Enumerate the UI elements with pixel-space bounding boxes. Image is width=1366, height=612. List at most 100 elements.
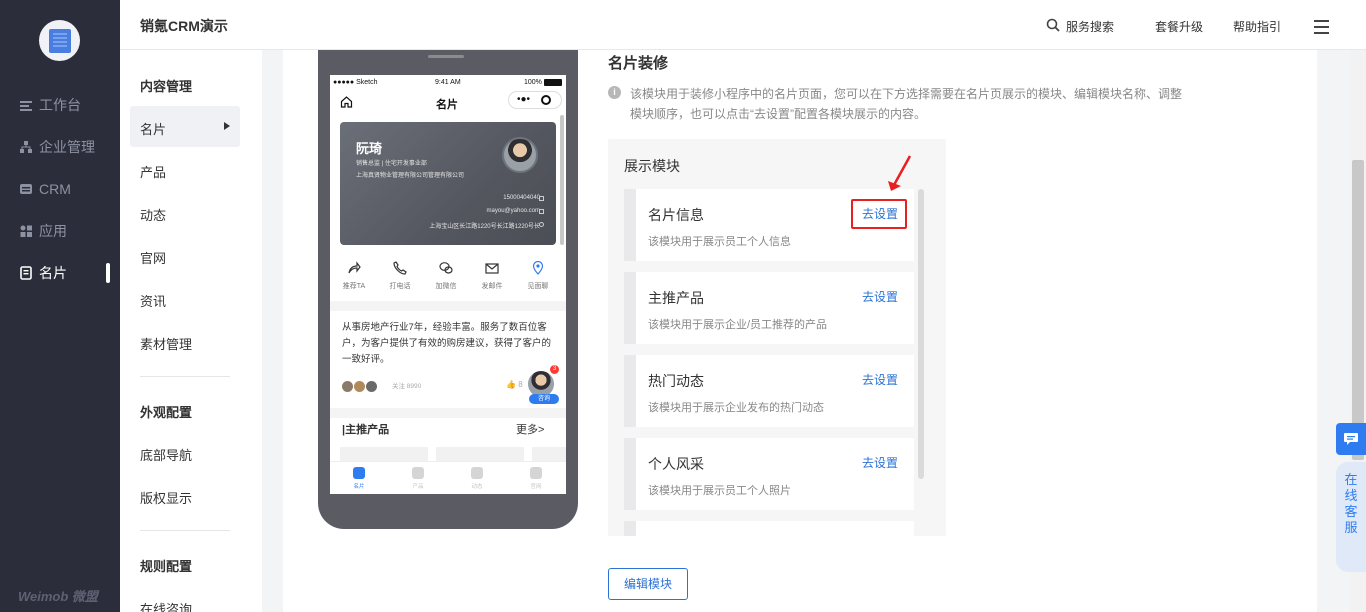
app-title: 销氪CRM演示 [140, 18, 228, 34]
card-icon [20, 266, 32, 280]
avatar [366, 381, 377, 393]
submenu-item-product[interactable]: 产品 [140, 162, 166, 181]
consult-button[interactable]: 咨询 [529, 394, 559, 404]
card-actions: 推荐TA 打电话 加微信 发邮件 见面聊 [330, 261, 566, 301]
edit-modules-button[interactable]: 编辑模块 [608, 568, 688, 600]
product-thumb[interactable] [340, 447, 428, 461]
chat-bubble-icon[interactable] [1336, 423, 1366, 455]
share-icon [348, 261, 361, 274]
submenu-item-bottom-nav[interactable]: 底部导航 [140, 445, 192, 464]
submenu-item-website[interactable]: 官网 [140, 248, 166, 267]
app-logo-icon[interactable] [39, 20, 80, 61]
submenu-item-material[interactable]: 素材管理 [140, 334, 192, 353]
nav-item-crm[interactable]: CRM [19, 179, 71, 199]
avatar [342, 381, 353, 393]
mini-tab-website[interactable]: 官网 [516, 467, 556, 490]
action-email[interactable]: 发邮件 [472, 261, 512, 291]
like-count: 8 [518, 380, 523, 389]
mini-tab-news[interactable]: 动态 [457, 467, 497, 490]
submenu-item-info[interactable]: 资讯 [140, 291, 166, 310]
separator [330, 408, 566, 418]
upgrade-link[interactable]: 套餐升级 [1155, 18, 1203, 35]
action-meet[interactable]: 见面聊 [518, 261, 558, 291]
more-icon: •●• [517, 94, 531, 105]
submenu-item-news[interactable]: 动态 [140, 205, 166, 224]
product-thumb[interactable] [532, 447, 566, 461]
section-description: 该模块用于装修小程序中的名片页面，您可以在下方选择需要在名片页展示的模块、编辑模… [630, 87, 1183, 121]
card-address: 上海宝山区长江路1220号长江路1220号长 [429, 224, 540, 230]
module-card-news[interactable]: 热门动态 该模块用于展示企业发布的热门动态 去设置 [624, 355, 914, 427]
module-desc: 该模块用于展示员工个人信息 [648, 236, 791, 248]
separator [330, 301, 566, 311]
page-scrollbar-thumb[interactable] [1352, 160, 1364, 460]
crm-icon [20, 184, 32, 194]
avatar [354, 381, 365, 393]
help-link[interactable]: 帮助指引 [1233, 18, 1281, 35]
card-company: 上海真贤物业管理有限公司管理有限公司 [356, 173, 465, 179]
products-more-link[interactable]: 更多> [516, 421, 544, 437]
mail-icon [485, 263, 499, 274]
menu-icon[interactable] [1314, 20, 1329, 34]
submenu-group-appearance: 外观配置 [140, 405, 193, 420]
tab-label: 动态 [471, 484, 483, 490]
nav-item-card[interactable]: 名片 [19, 263, 67, 283]
globe-icon [530, 467, 542, 479]
nav-item-org[interactable]: 企业管理 [19, 137, 95, 157]
submenu-item-copyright[interactable]: 版权显示 [140, 488, 192, 507]
org-icon [20, 141, 32, 153]
caret-right-icon [224, 122, 230, 130]
apps-icon [20, 225, 32, 237]
notification-badge: 3 [550, 365, 559, 374]
mini-tab-card[interactable]: 名片 [339, 467, 379, 490]
phone-screen: ●●●●● Sketch 9:41 AM 100% 名片 •●• 阮琦 销售总监… [330, 75, 566, 494]
submenu-group-content: 内容管理 [140, 79, 193, 94]
nav-label: 应用 [39, 223, 67, 239]
card-tab-icon [353, 467, 365, 479]
mini-tabbar: 名片 产品 动态 官网 [330, 461, 566, 494]
module-settings-link[interactable]: 去设置 [862, 454, 898, 471]
action-wechat[interactable]: 加微信 [426, 261, 466, 291]
module-card-photos[interactable]: 个人风采 该模块用于展示员工个人照片 去设置 [624, 438, 914, 510]
action-label: 推荐TA [342, 283, 366, 290]
mini-capsule: •●• [508, 91, 562, 109]
module-desc: 该模块用于展示企业发布的热门动态 [648, 402, 824, 414]
module-desc: 该模块用于展示企业/员工推荐的产品 [648, 319, 828, 331]
products-title: |主推产品 [342, 424, 390, 436]
action-recommend[interactable]: 推荐TA [334, 261, 374, 291]
nav-label: 名片 [39, 265, 67, 281]
action-label: 加微信 [435, 283, 457, 290]
thumbs-up-icon[interactable]: 👍 8 [506, 380, 523, 389]
module-card-products[interactable]: 主推产品 该模块用于展示企业/员工推荐的产品 去设置 [624, 272, 914, 344]
divider [140, 376, 230, 377]
module-settings-link[interactable]: 去设置 [862, 371, 898, 388]
submenu-item-consult[interactable]: 在线咨询 [140, 599, 192, 612]
card-job-title: 销售总监 | 住宅开发事业部 [356, 161, 427, 167]
phone-icon [539, 196, 544, 201]
action-call[interactable]: 打电话 [380, 261, 420, 291]
tab-label: 名片 [353, 484, 365, 490]
highlight-box [851, 199, 907, 229]
search-icon[interactable] [1046, 18, 1060, 32]
module-settings-link[interactable]: 去设置 [862, 288, 898, 305]
nav-item-apps[interactable]: 应用 [19, 221, 67, 241]
module-card-partial[interactable] [624, 521, 914, 536]
module-name: 个人风采 [648, 456, 704, 472]
service-search-link[interactable]: 服务搜索 [1066, 18, 1114, 35]
dashboard-icon [20, 101, 32, 111]
modules-scrollbar[interactable] [918, 189, 924, 479]
mini-tab-product[interactable]: 产品 [398, 467, 438, 490]
compass-icon [471, 467, 483, 479]
product-thumb[interactable] [436, 447, 524, 461]
location-pin-icon [532, 261, 544, 275]
phone-speaker [428, 55, 464, 58]
nav-label: CRM [39, 181, 71, 197]
submenu-group-rules: 规则配置 [140, 559, 193, 574]
submenu-item-card[interactable]: 名片 [140, 119, 166, 138]
card-name: 阮琦 [356, 141, 383, 156]
module-name: 热门动态 [648, 373, 704, 389]
module-desc: 该模块用于展示员工个人照片 [648, 485, 791, 497]
email-icon [539, 209, 544, 214]
main-sidebar: 工作台 企业管理 CRM 应用 名片 Weimob 微盟 [0, 0, 120, 612]
nav-item-workbench[interactable]: 工作台 [19, 95, 81, 115]
online-service-tab[interactable]: 在线客服 [1336, 462, 1366, 572]
